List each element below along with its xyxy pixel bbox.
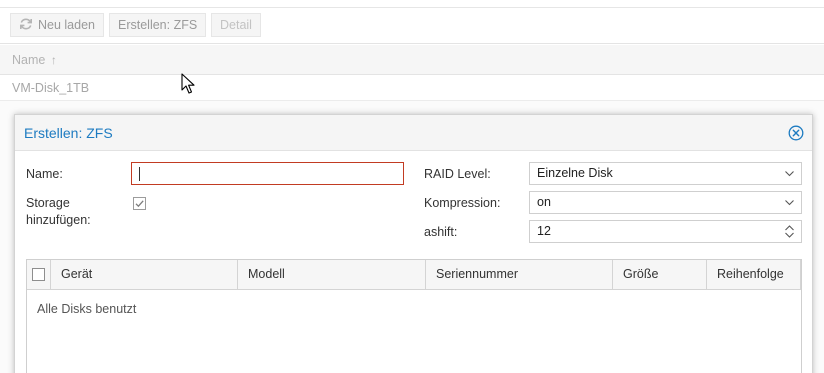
empty-table-message: Alle Disks benutzt: [37, 302, 137, 316]
disk-table-header: Gerät Modell Seriennummer Größe Reihenfo…: [27, 260, 801, 290]
chevron-down-icon: [785, 171, 794, 177]
reload-button[interactable]: Neu laden: [10, 13, 104, 37]
checkmark-icon: [135, 200, 144, 208]
ashift-label: ashift:: [424, 225, 458, 239]
column-header-size[interactable]: Größe: [613, 260, 707, 289]
add-storage-checkbox[interactable]: [133, 197, 146, 210]
storage-label-line2: hinzufügen:: [26, 213, 91, 227]
raid-level-label: RAID Level:: [424, 167, 491, 181]
compression-label: Kompression:: [424, 196, 501, 210]
reload-button-label: Neu laden: [38, 18, 95, 32]
select-all-column[interactable]: [27, 260, 51, 289]
column-header-model[interactable]: Modell: [238, 260, 426, 289]
storage-label-line1: Storage: [26, 196, 70, 210]
create-zfs-button[interactable]: Erstellen: ZFS: [109, 13, 207, 37]
close-circle-icon[interactable]: [788, 125, 804, 141]
sort-ascending-icon: ↑: [50, 53, 57, 67]
raid-level-value: Einzelne Disk: [537, 166, 613, 180]
grid-column-name-label: Name: [12, 53, 46, 67]
compression-select[interactable]: on: [529, 191, 802, 214]
grid-column-name[interactable]: Name ↑: [0, 45, 824, 75]
row-name-cell: VM-Disk_1TB: [12, 81, 90, 95]
column-header-device[interactable]: Gerät: [51, 260, 238, 289]
dialog-title: Erstellen: ZFS: [24, 125, 113, 141]
detail-button[interactable]: Detail: [211, 13, 261, 37]
mouse-pointer-icon: [181, 73, 195, 94]
ashift-spinner[interactable]: 12: [529, 220, 802, 243]
text-caret: [139, 167, 140, 181]
create-zfs-dialog: Erstellen: ZFS Name: Storage hinzufügen:…: [14, 114, 813, 373]
compression-value: on: [537, 195, 551, 209]
create-zfs-button-label: Erstellen: ZFS: [118, 18, 198, 32]
table-row[interactable]: VM-Disk_1TB: [0, 76, 824, 101]
panel-top-edge: [0, 0, 824, 8]
name-label: Name:: [26, 167, 63, 181]
disk-table: Gerät Modell Seriennummer Größe Reihenfo…: [26, 259, 802, 373]
select-all-checkbox[interactable]: [32, 268, 45, 281]
chevron-down-icon: [785, 200, 794, 206]
column-header-serial[interactable]: Seriennummer: [426, 260, 613, 289]
name-field[interactable]: [131, 162, 404, 185]
dialog-header: Erstellen: ZFS: [15, 115, 812, 151]
detail-button-label: Detail: [220, 18, 252, 32]
spinner-arrows-icon[interactable]: [784, 224, 795, 239]
toolbar: Neu laden Erstellen: ZFS Detail: [0, 8, 824, 44]
refresh-icon: [20, 18, 32, 30]
ashift-value: 12: [537, 224, 551, 238]
raid-level-select[interactable]: Einzelne Disk: [529, 162, 802, 185]
column-header-order[interactable]: Reihenfolge: [707, 260, 801, 289]
